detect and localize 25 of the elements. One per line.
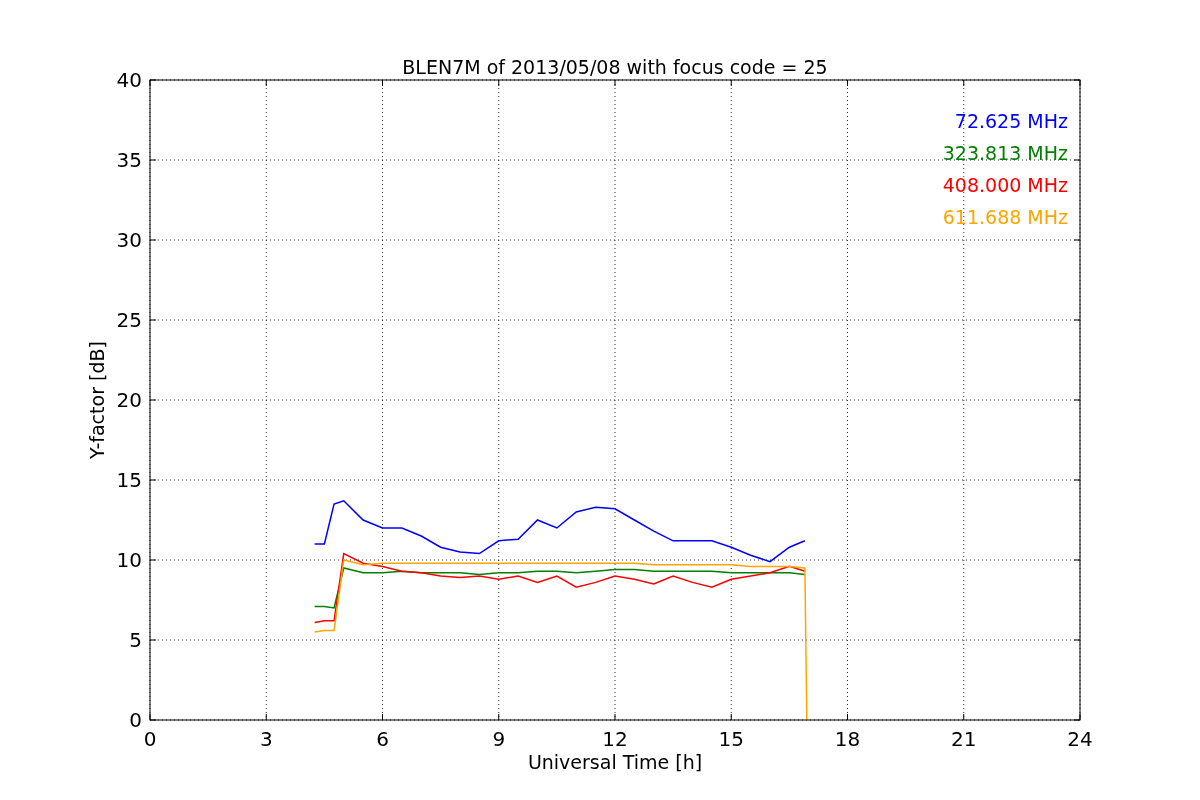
legend-label: 611.688 MHz [942,206,1068,228]
x-tick-label: 3 [259,727,273,751]
y-axis-label: Y-factor [dB] [86,341,108,459]
y-tick-label: 5 [129,628,142,652]
y-tick-label: 35 [116,148,142,172]
chart-title: BLEN7M of 2013/05/08 with focus code = 25 [402,56,828,78]
y-tick-label: 25 [116,308,142,332]
x-tick-label: 24 [1067,727,1093,751]
x-tick-label: 15 [718,727,744,751]
legend-label: 72.625 MHz [954,110,1068,132]
x-tick-label: 9 [492,727,506,751]
x-tick-label: 18 [834,727,861,751]
legend-label: 408.000 MHz [942,174,1068,196]
x-tick-label: 21 [951,727,977,751]
x-tick-label: 6 [376,727,389,751]
y-tick-label: 40 [116,68,142,92]
y-tick-label: 0 [129,708,142,732]
y-tick-label: 20 [116,388,142,412]
x-axis-label: Universal Time [h] [527,751,703,773]
x-tick-label: 0 [143,727,157,751]
y-tick-label: 15 [116,468,142,492]
y-tick-label: 30 [116,228,142,252]
y-tick-label: 10 [116,548,142,572]
legend-label: 323.813 MHz [942,142,1068,164]
x-tick-label: 12 [602,727,628,751]
